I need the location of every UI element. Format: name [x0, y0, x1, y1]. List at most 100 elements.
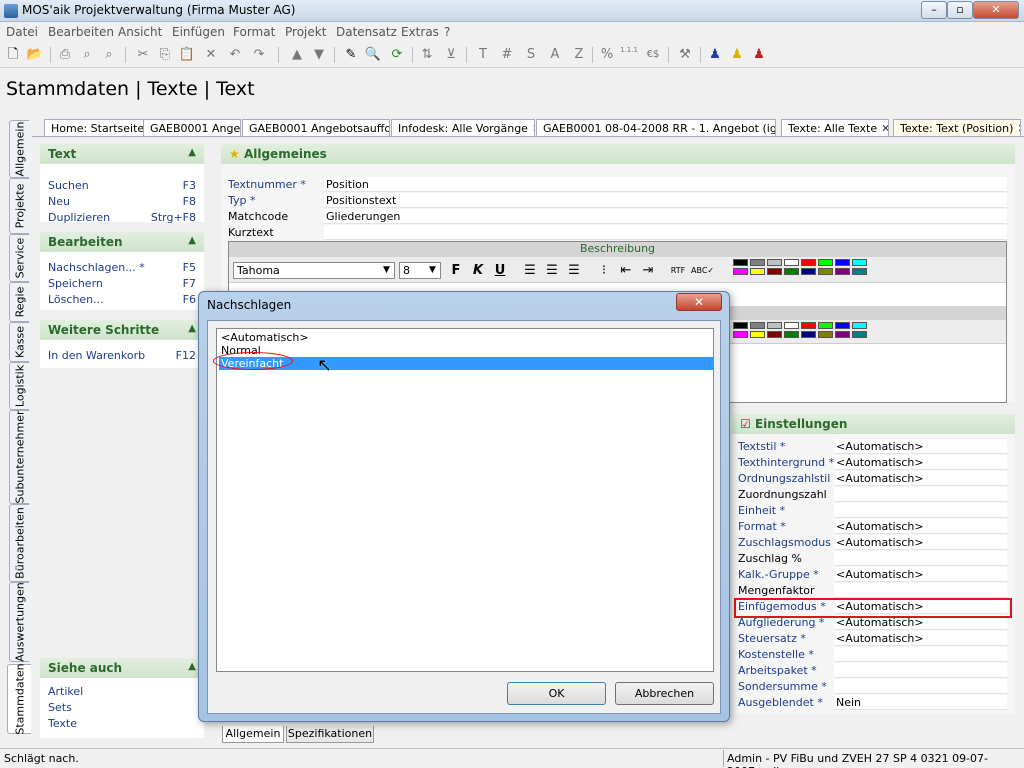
currency-icon[interactable]: €$ — [644, 46, 662, 64]
list-item[interactable]: <Automatisch> — [219, 331, 713, 344]
doc-tab-gaeb-2[interactable]: GAEB0001 Angebotsaufforde — [242, 119, 390, 136]
settings-value-field[interactable] — [834, 663, 1007, 678]
vtab-bueroarbeiten[interactable]: Büroarbeiten — [9, 504, 29, 582]
percent-icon[interactable]: % — [598, 46, 616, 64]
s-icon[interactable]: S — [522, 46, 540, 64]
link-suchen[interactable]: Suchen — [48, 179, 89, 192]
settings-value-field[interactable]: <Automatisch> — [834, 471, 1007, 486]
filter-icon[interactable]: ⊻ — [442, 46, 460, 64]
text-icon[interactable]: T — [474, 46, 492, 64]
menu-einfuegen[interactable]: Einfügen — [172, 25, 225, 39]
link-artikel[interactable]: Artikel — [48, 685, 83, 698]
color-swatch[interactable] — [750, 259, 765, 266]
settings-value-field[interactable] — [834, 503, 1007, 518]
menu-ansicht[interactable]: Ansicht — [118, 25, 162, 39]
collapse-icon[interactable]: ▲ — [188, 147, 196, 158]
collapse-icon[interactable]: ▲ — [188, 323, 196, 334]
color-swatch[interactable] — [818, 331, 833, 338]
color-swatch[interactable] — [801, 259, 816, 266]
align-center-icon[interactable]: ☰ — [543, 262, 561, 280]
a-icon[interactable]: A — [546, 46, 564, 64]
print-icon[interactable]: ⎙ — [56, 46, 74, 64]
close-icon[interactable]: ✕ — [881, 122, 888, 135]
open-icon[interactable]: 📂 — [26, 46, 44, 64]
settings-value-field[interactable] — [834, 551, 1007, 566]
color-swatch[interactable] — [801, 331, 816, 338]
color-swatch[interactable] — [750, 331, 765, 338]
list-item-selected[interactable]: Vereinfacht — [219, 357, 713, 370]
link-neu[interactable]: Neu — [48, 195, 70, 208]
vtab-service[interactable]: Service — [9, 234, 29, 282]
undo-icon[interactable]: ↶ — [226, 46, 244, 64]
chevron-down-icon[interactable]: ▼ — [379, 263, 394, 278]
vtab-allgemein[interactable]: Allgemein — [9, 120, 29, 178]
menu-datei[interactable]: Datei — [6, 25, 38, 39]
bullets-icon[interactable]: ⁝ — [595, 262, 613, 280]
typ-field[interactable]: Positionstext — [324, 193, 1007, 208]
color-swatch[interactable] — [852, 259, 867, 266]
close-icon[interactable]: ✕ — [532, 122, 534, 135]
color-swatch[interactable] — [835, 259, 850, 266]
color-swatch[interactable] — [767, 259, 782, 266]
new-icon[interactable]: 🗋 — [4, 46, 22, 64]
indent-icon[interactable]: ⇥ — [639, 262, 657, 280]
link-sets[interactable]: Sets — [48, 701, 72, 714]
textnummer-field[interactable]: Position — [324, 177, 1007, 192]
close-icon[interactable]: ✕ — [1017, 122, 1020, 135]
font-select[interactable]: Tahoma — [233, 262, 395, 279]
color-swatch[interactable] — [818, 322, 833, 329]
clear-icon[interactable]: ✕ — [202, 46, 220, 64]
panel-header[interactable]: Bearbeiten ▲ — [40, 232, 204, 252]
color-swatch[interactable] — [835, 268, 850, 275]
color-swatch[interactable] — [733, 259, 748, 266]
tab-spezifikationen[interactable]: Spezifikationen — [286, 726, 374, 743]
color-swatch[interactable] — [767, 268, 782, 275]
doc-tab-infodesk[interactable]: Infodesk: Alle Vorgänge✕ — [391, 119, 535, 136]
menu-extras[interactable]: Extras — [401, 25, 439, 39]
color-swatch[interactable] — [784, 331, 799, 338]
spellcheck-icon[interactable]: ABC✓ — [691, 262, 714, 280]
rtf-icon[interactable]: RTF — [669, 262, 687, 280]
tab-allgemein[interactable]: Allgemein — [222, 726, 284, 743]
find-doc-icon[interactable]: ⌕ — [100, 46, 118, 64]
settings-value-field[interactable]: <Automatisch> — [834, 439, 1007, 454]
panel-header[interactable]: Siehe auch ▲ — [40, 658, 204, 678]
color-swatch[interactable] — [835, 331, 850, 338]
preview-icon[interactable]: ⌕ — [78, 46, 96, 64]
user-icon[interactable]: ⚒ — [676, 46, 694, 64]
menu-datensatz[interactable]: Datensatz — [336, 25, 397, 39]
kurztext-field[interactable] — [324, 225, 1007, 240]
color-swatch[interactable] — [818, 268, 833, 275]
panel-header[interactable]: Text ▲ — [40, 144, 204, 164]
menu-help[interactable]: ? — [444, 25, 450, 39]
bold-icon[interactable]: F — [447, 262, 465, 280]
color-swatch[interactable] — [852, 268, 867, 275]
cut-icon[interactable]: ✂ — [134, 46, 152, 64]
color-swatch[interactable] — [852, 331, 867, 338]
settings-value-field[interactable] — [834, 679, 1007, 694]
color-swatch[interactable] — [801, 268, 816, 275]
redo-icon[interactable]: ↷ — [250, 46, 268, 64]
link-loeschen[interactable]: Löschen... — [48, 293, 104, 306]
matchcode-field[interactable]: Gliederungen — [324, 209, 1007, 224]
link-warenkorb[interactable]: In den Warenkorb — [48, 349, 145, 362]
down-icon[interactable]: ▼ — [310, 46, 328, 64]
dialog-close-button[interactable]: ✕ — [676, 293, 722, 311]
doc-tab-text-position[interactable]: Texte: Text (Position)✕ — [893, 119, 1021, 136]
maximize-button[interactable]: ▫ — [947, 1, 973, 19]
lookup-list[interactable]: <Automatisch> Normal Vereinfacht ↖ — [213, 328, 714, 672]
color-swatch[interactable] — [835, 322, 850, 329]
link-speichern[interactable]: Speichern — [48, 277, 103, 290]
doc-tab-home[interactable]: Home: Startseite — [44, 119, 144, 136]
color-swatch[interactable] — [750, 322, 765, 329]
outdent-icon[interactable]: ⇤ — [617, 262, 635, 280]
settings-value-field[interactable]: Nein — [834, 695, 1007, 710]
refresh-icon[interactable]: ⟳ — [388, 46, 406, 64]
vtab-projekte[interactable]: Projekte — [9, 178, 29, 234]
minimize-button[interactable]: – — [921, 1, 947, 19]
settings-value-field[interactable]: <Automatisch> — [834, 535, 1007, 550]
settings-value-field[interactable] — [834, 647, 1007, 662]
settings-value-field[interactable]: <Automatisch> — [834, 519, 1007, 534]
settings-value-field[interactable]: <Automatisch> — [834, 631, 1007, 646]
ok-button[interactable]: OK — [507, 682, 606, 705]
